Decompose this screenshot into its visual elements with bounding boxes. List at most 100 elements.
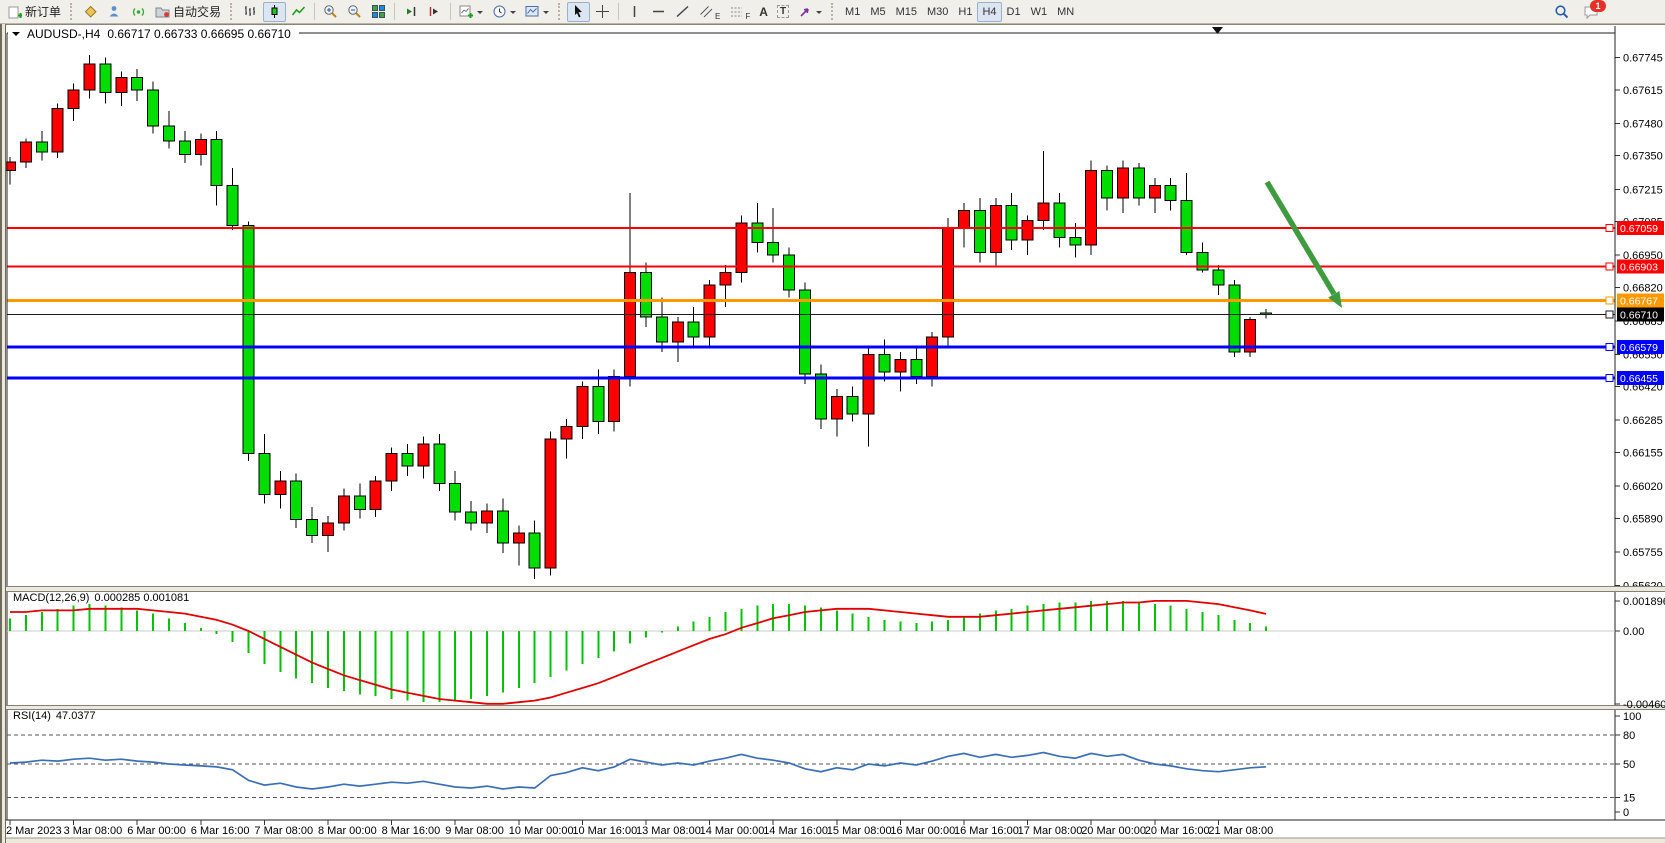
dropdown-caret-icon [543,11,549,17]
candle [1070,238,1081,245]
timeframe-button-h1[interactable]: H1 [953,2,977,22]
svg-text:0.67215: 0.67215 [1623,184,1663,196]
candle [1213,270,1224,285]
candle [323,523,334,535]
chat-button[interactable]: 1 [1579,2,1602,22]
candle [227,186,238,226]
toolbar-grip [230,3,234,20]
crosshair-button[interactable] [591,2,614,22]
candle [609,377,620,422]
chart-bars-button[interactable] [239,2,262,22]
svg-text:0.66710: 0.66710 [1620,310,1658,322]
svg-text:0.67480: 0.67480 [1623,118,1663,130]
new-order-button[interactable]: 新订单 [3,2,65,22]
svg-text:0.66579: 0.66579 [1620,342,1658,354]
timeframe-button-h4[interactable]: H4 [977,2,1001,22]
crosshair-icon [595,4,610,19]
signals-button[interactable] [127,2,150,22]
timeframe-button-mn[interactable]: MN [1052,2,1079,22]
candle [211,140,222,186]
time-axis-label: 10 Mar 00:00 [509,825,574,837]
time-axis-label: 3 Mar 08:00 [64,825,123,837]
toolbar-separator [394,3,395,20]
tile-windows-button[interactable] [367,2,390,22]
autotrade-button[interactable]: 自动交易 [151,2,225,22]
svg-text:0.67059: 0.67059 [1620,223,1658,235]
chart-candles-button[interactable] [263,2,286,22]
trendline-button[interactable] [671,2,694,22]
candle [1118,168,1129,198]
candle [1022,220,1033,240]
candle [386,454,397,481]
candle [784,255,795,290]
new-chart-button[interactable] [455,2,487,22]
candle [275,481,286,495]
timeframe-button-m15[interactable]: M15 [891,2,922,22]
chart-shift-button[interactable] [423,2,446,22]
macd-indicator-label: MACD(12,26,9) 0.000285 0.001081 [13,592,189,604]
candle [974,210,985,252]
chart-dropdown-icon[interactable] [12,32,20,40]
svg-text:50: 50 [1623,759,1635,771]
candle [831,397,842,419]
search-button[interactable] [1550,2,1573,22]
new-chart-icon [459,4,474,19]
text-tool-icon: A [759,5,768,19]
candle [1133,168,1144,198]
candle [656,317,667,342]
vertical-line-button[interactable] [623,2,646,22]
channel-button[interactable]: E [695,2,724,22]
metaeditor-icon [83,4,98,19]
fibonacci-button[interactable]: F [725,2,754,22]
time-axis-label: 17 Mar 08:00 [1018,825,1083,837]
periods-button[interactable] [488,2,520,22]
zoom-in-button[interactable] [319,2,342,22]
auto-scroll-button[interactable] [399,2,422,22]
zoom-out-button[interactable] [343,2,366,22]
text-label-button[interactable]: T [773,2,793,22]
svg-text:0.66767: 0.66767 [1620,296,1658,308]
candle [1229,285,1240,352]
candle [895,359,906,371]
candle [927,337,938,377]
time-axis-label: 20 Mar 16:00 [1145,825,1210,837]
candle [672,322,683,342]
candle [529,533,540,568]
cursor-button[interactable] [567,2,590,22]
candle [195,140,206,155]
svg-text:0.67615: 0.67615 [1623,85,1663,97]
candle [1181,200,1192,252]
timeframe-button-m5[interactable]: M5 [865,2,890,22]
metaeditor-button[interactable] [79,2,102,22]
candle [561,426,572,438]
candle [577,387,588,427]
dropdown-caret-icon [510,11,516,17]
arrows-button[interactable] [794,2,826,22]
toolbar-right-group: 1 [1550,2,1602,22]
candle [434,444,445,484]
svg-text:0.00: 0.00 [1623,626,1644,638]
svg-text:-0.004606: -0.004606 [1623,699,1665,711]
candle [625,272,636,376]
templates-button[interactable] [521,2,553,22]
chart-canvas[interactable]: 0.677450.676150.674800.673500.672150.670… [6,24,1665,843]
timeframe-button-m1[interactable]: M1 [840,2,865,22]
timeframe-button-m30[interactable]: M30 [922,2,953,22]
candle [164,126,175,141]
auto-scroll-icon [403,4,418,19]
candle [1102,171,1113,198]
candle [847,397,858,414]
horizontal-line-button[interactable] [647,2,670,22]
time-axis-label: 7 Mar 08:00 [254,825,313,837]
tile-windows-icon [371,4,386,19]
market-button[interactable] [103,2,126,22]
text-button[interactable]: A [755,2,772,22]
timeframe-button-d1[interactable]: D1 [1002,2,1026,22]
timeframe-button-w1[interactable]: W1 [1026,2,1053,22]
svg-text:0: 0 [1623,807,1629,819]
chart-line-button[interactable] [287,2,310,22]
svg-text:15: 15 [1623,793,1635,805]
template-icon [525,4,540,19]
candle [116,78,127,93]
new-order-icon [7,4,22,19]
